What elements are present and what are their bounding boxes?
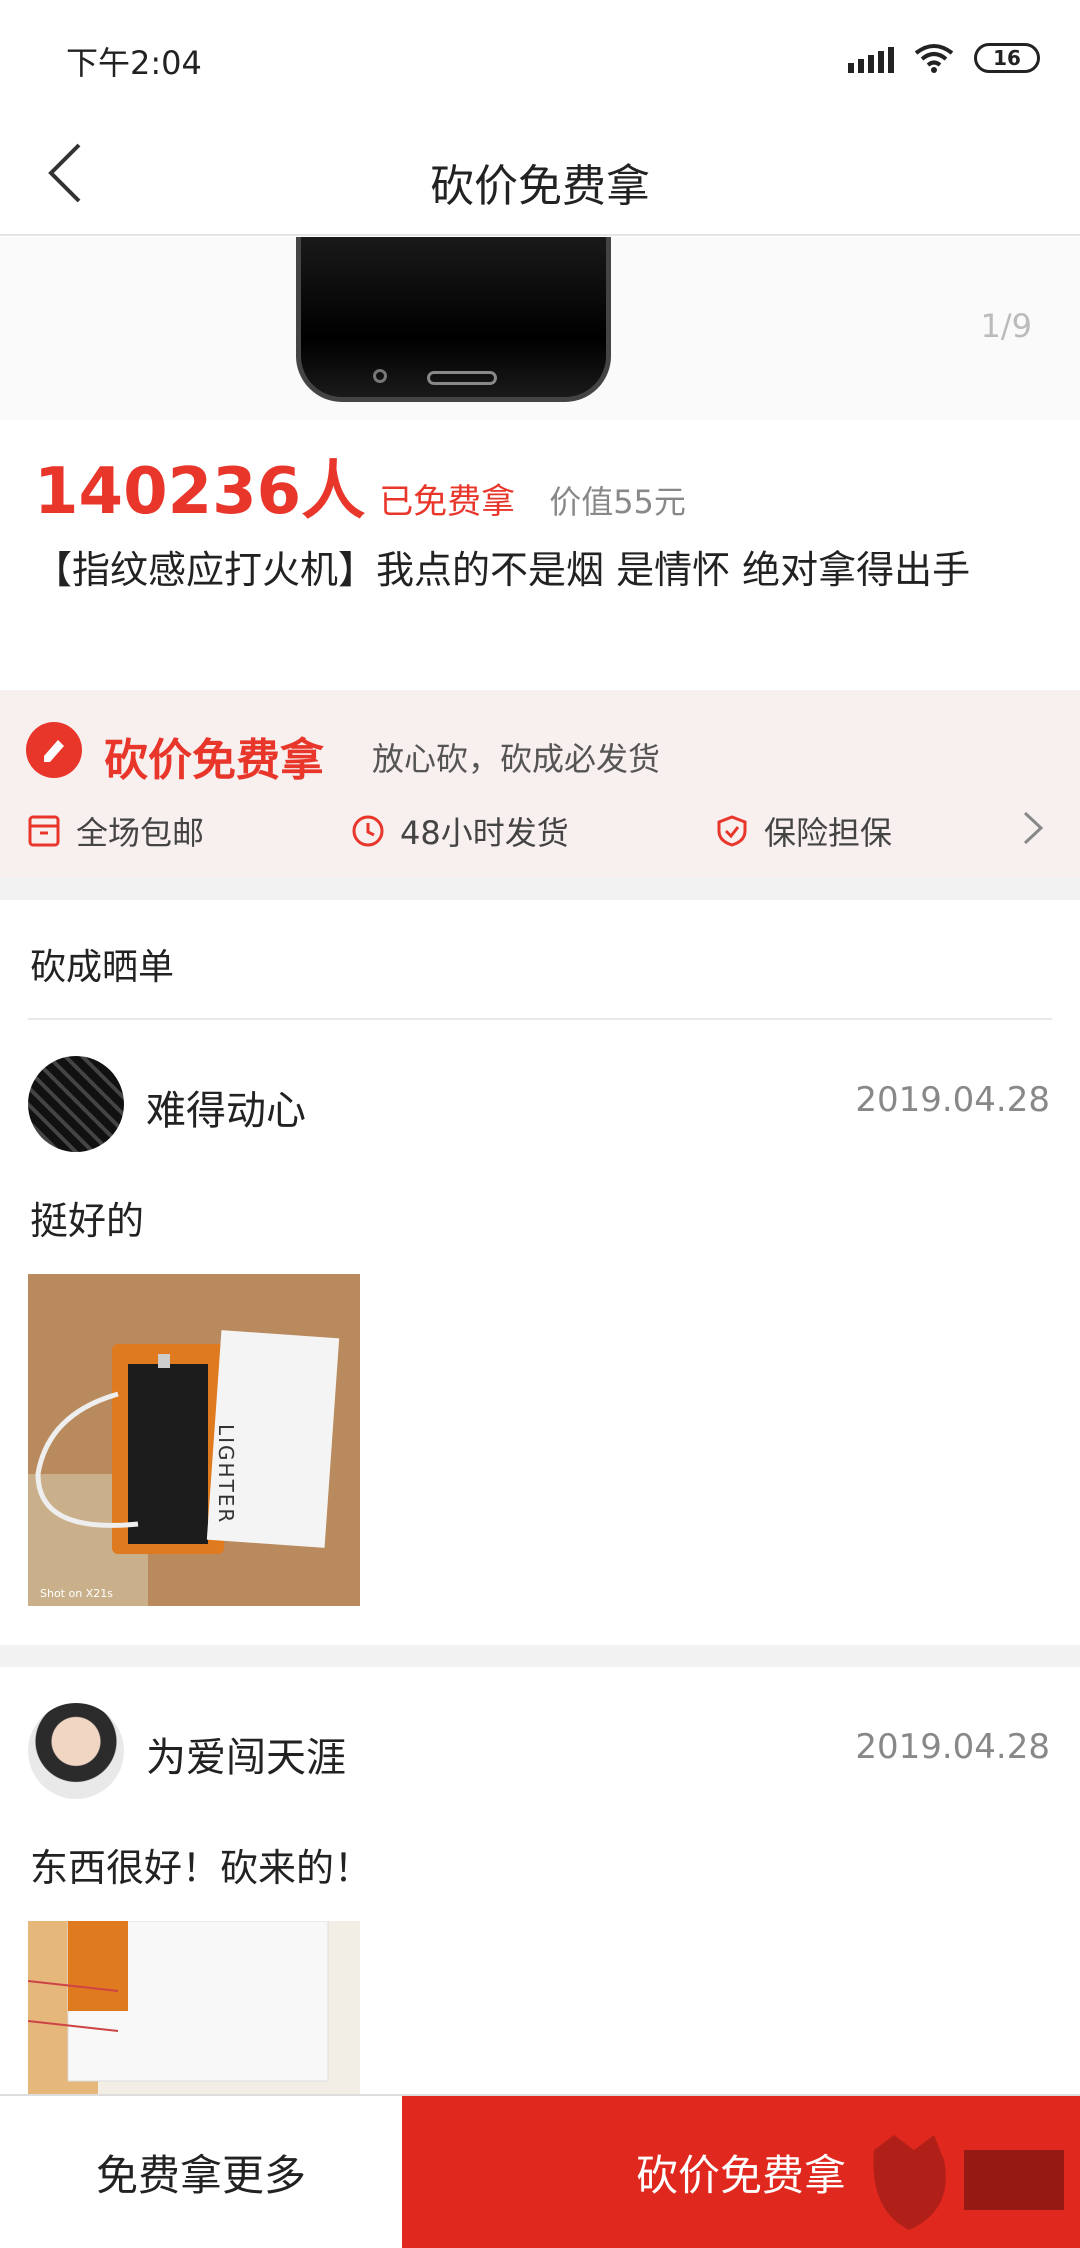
black-cat-watermark-icon — [873, 2135, 1064, 2230]
review-photo[interactable] — [28, 1921, 360, 2094]
clock-icon — [350, 813, 386, 849]
review-photo-image — [28, 1274, 360, 1606]
product-image-port — [427, 371, 497, 385]
guarantee-more-button[interactable] — [1022, 810, 1044, 850]
review-text: 挺好的 — [30, 1199, 145, 1243]
shield-icon — [714, 813, 750, 849]
review-date: 2019.04.28 — [855, 1727, 1050, 1767]
product-info: 140236人 已免费拿 价值55元 【指纹感应打火机】我点的不是烟 是情怀 绝… — [0, 420, 1080, 690]
guarantee-label: 48小时发货 — [400, 814, 569, 852]
signal-icon — [848, 43, 894, 73]
section-gap — [0, 878, 1080, 900]
wifi-icon — [914, 44, 954, 73]
reviews-title: 砍成晒单 — [30, 947, 175, 988]
review-photo[interactable]: LIGHTER Shot on X21s — [28, 1274, 360, 1606]
product-gallery[interactable]: 1/9 — [0, 237, 1080, 420]
guarantee-label: 保险担保 — [764, 814, 893, 852]
pencil-icon — [44, 740, 64, 762]
gallery-page-indicator: 1/9 — [980, 307, 1033, 345]
promo-title: 砍价免费拿 — [104, 735, 324, 786]
review-text: 东西很好！砍来的！ — [30, 1846, 373, 1890]
bargain-logo-icon — [26, 722, 82, 778]
promo-box: 砍价免费拿 放心砍，砍成必发货 全场包邮 48小时发货 保险担保 — [0, 690, 1080, 878]
review-photo-box-label: LIGHTER — [214, 1424, 238, 1525]
avatar[interactable] — [28, 1056, 124, 1152]
product-image — [296, 237, 611, 402]
status-time: 下午2:04 — [66, 44, 202, 82]
page-title: 砍价免费拿 — [430, 161, 650, 212]
claimed-label: 已免费拿 — [379, 482, 516, 522]
bargain-button-label: 砍价免费拿 — [635, 2150, 846, 2200]
guarantee-label: 全场包邮 — [76, 814, 205, 852]
review-card: 难得动心 2019.04.28 挺好的 LIGHTER Shot on X21s — [0, 1020, 1080, 1645]
bargain-free-button[interactable]: 砍价免费拿 — [402, 2096, 1080, 2248]
free-get-more-button[interactable]: 免费拿更多 — [0, 2096, 402, 2248]
status-icons: 16 — [848, 38, 1040, 78]
chevron-right-icon — [1023, 811, 1044, 845]
reviewer-name: 难得动心 — [146, 1088, 306, 1134]
bottom-action-bar: 免费拿更多 砍价免费拿 — [0, 2094, 1080, 2248]
reviewer-name: 为爱闯天涯 — [146, 1735, 346, 1781]
review-photo-image — [28, 1921, 360, 2094]
review-card: 为爱闯天涯 2019.04.28 东西很好！砍来的！ — [0, 1667, 1080, 2094]
product-worth: 价值55元 — [549, 483, 686, 521]
promo-subtitle: 放心砍，砍成必发货 — [372, 740, 661, 778]
product-image-detail — [373, 369, 387, 383]
guarantee-48h-delivery: 48小时发货 — [350, 808, 569, 854]
status-bar: 下午2:04 16 — [0, 0, 1080, 110]
battery-icon: 16 — [974, 43, 1040, 73]
reviews-header: 砍成晒单 — [0, 900, 1080, 1020]
product-title: 【指纹感应打火机】我点的不是烟 是情怀 绝对拿得出手 — [34, 548, 971, 592]
guarantee-free-shipping: 全场包邮 — [26, 808, 204, 854]
claimed-count: 140236人 — [34, 455, 366, 529]
section-gap — [0, 1645, 1080, 1667]
avatar[interactable] — [28, 1703, 124, 1799]
nav-bar: 砍价免费拿 — [0, 110, 1080, 236]
claimed-row: 140236人 已免费拿 价值55元 — [34, 440, 686, 532]
review-photo-camera-note: Shot on X21s — [40, 1587, 113, 1600]
review-date: 2019.04.28 — [855, 1080, 1050, 1120]
guarantee-insurance: 保险担保 — [714, 808, 892, 854]
package-icon — [26, 813, 62, 849]
